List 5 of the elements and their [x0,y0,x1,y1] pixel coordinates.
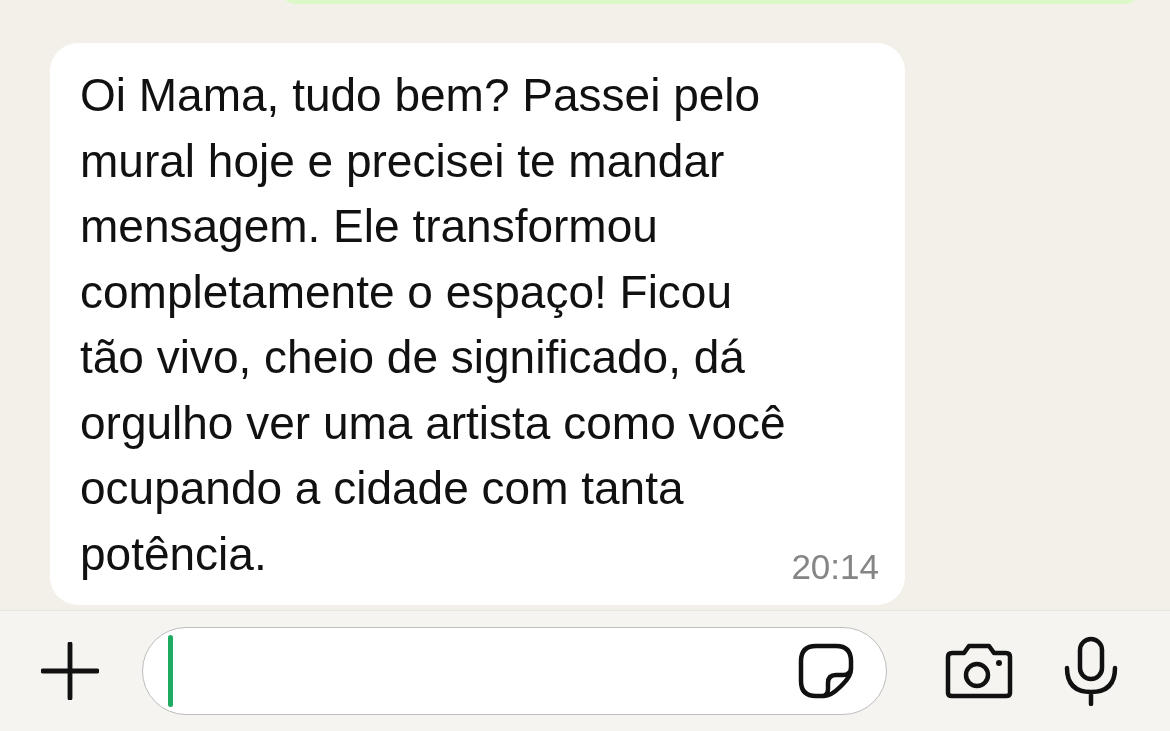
message-time: 20:14 [791,547,879,587]
camera-icon[interactable] [944,643,1014,699]
message-text: Oi Mama, tudo bem? Passei pelo mural hoje e precisei te mandar mensagem. Ele transformou completamente o espaço! Ficou tão vivo, cheio de significado, dá orgulho ver uma artista como você ocupando a cidade com tanta potência. [80,68,786,582]
sticker-icon[interactable] [798,643,854,699]
plus-icon[interactable] [41,642,99,700]
